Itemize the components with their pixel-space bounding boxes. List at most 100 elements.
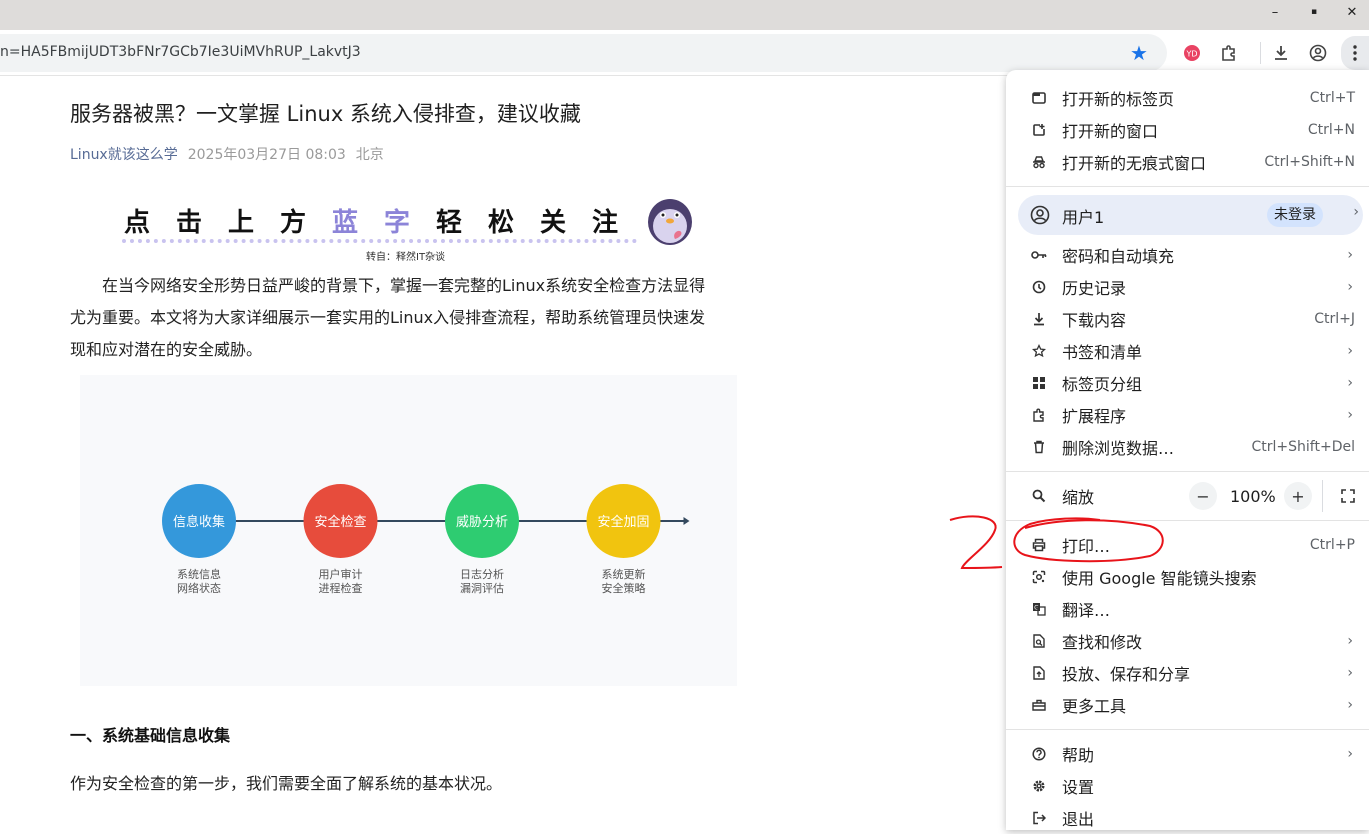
menu-item-label: 打印… [1062, 537, 1111, 556]
toolbar-separator [1260, 42, 1261, 64]
chevron-right-icon: › [1353, 204, 1359, 220]
url-text[interactable]: n=HA5FBmijUDT3bFNr7GCb7Ie3UiMVhRUP_Lakvt… [0, 44, 361, 60]
chevron-right-icon: › [1347, 665, 1353, 681]
toolbox-icon [1030, 696, 1048, 714]
menu-divider [1006, 186, 1369, 187]
arrow-head-icon [683, 517, 690, 525]
menu-item-label: 扩展程序 [1062, 407, 1127, 426]
menu-item-tab-groups[interactable]: 标签页分组 › [1006, 367, 1369, 399]
menu-item-profile[interactable]: 用户1 未登录 › [1018, 195, 1363, 235]
menu-item-print[interactable]: 打印… Ctrl+P [1006, 529, 1369, 561]
banner-source: 转自：释然IT杂谈 [366, 252, 446, 263]
menu-item-label: 打开新的无痕式窗口 [1062, 154, 1207, 173]
chrome-menu-button[interactable] [1341, 36, 1369, 70]
menu-item-label: 更多工具 [1062, 697, 1127, 716]
diagram-step-detail: 安全策略 [602, 581, 646, 595]
menu-item-label: 投放、保存和分享 [1062, 665, 1191, 684]
zoom-in-button[interactable]: + [1284, 482, 1312, 510]
chevron-right-icon: › [1347, 407, 1353, 423]
menu-item-cast-save-share[interactable]: 投放、保存和分享 › [1006, 657, 1369, 689]
chevron-right-icon: › [1347, 279, 1353, 295]
menu-item-new-tab[interactable]: 打开新的标签页 Ctrl+T [1006, 82, 1369, 114]
star-filled-icon[interactable]: ★ [1130, 43, 1148, 63]
download-icon[interactable] [1268, 40, 1294, 66]
chevron-right-icon: › [1347, 697, 1353, 713]
diagram-step-label: 信息收集 [173, 514, 225, 530]
menu-item-label: 删除浏览数据… [1062, 439, 1175, 458]
menu-item-label: 打开新的标签页 [1062, 90, 1175, 109]
menu-item-find-edit[interactable]: 查找和修改 › [1006, 625, 1369, 657]
article-title: 服务器被黑？一文掌握 Linux 系统入侵排查，建议收藏 [70, 102, 581, 126]
banner-char: 上 [228, 208, 255, 238]
sign-in-status-badge: 未登录 [1267, 203, 1323, 227]
banner-char: 关 [540, 208, 567, 238]
diagram-step-label: 安全加固 [597, 514, 649, 530]
banner-char: 击 [176, 208, 203, 238]
chevron-right-icon: › [1347, 746, 1353, 762]
address-bar[interactable]: n=HA5FBmijUDT3bFNr7GCb7Ie3UiMVhRUP_Lakvt… [0, 34, 1167, 72]
chevron-right-icon: › [1347, 247, 1353, 263]
help-icon [1030, 745, 1048, 763]
menu-item-new-window[interactable]: 打开新的窗口 Ctrl+N [1006, 114, 1369, 146]
menu-item-label: 下载内容 [1062, 311, 1127, 330]
follow-banner: 点击上方蓝字轻松关注 转自：释然IT杂谈 [122, 196, 702, 266]
profile-avatar-icon[interactable] [1305, 40, 1331, 66]
more-vertical-icon [1353, 45, 1357, 61]
chevron-right-icon: › [1347, 343, 1353, 359]
menu-item-label: 使用 Google 智能镜头搜索 [1062, 569, 1257, 588]
menu-item-label: 缩放 [1062, 488, 1095, 507]
menu-item-bookmarks[interactable]: 书签和清单 › [1006, 335, 1369, 367]
diagram-step-detail: 用户审计 [319, 567, 363, 581]
cast-save-share-icon [1030, 664, 1048, 682]
menu-item-google-lens[interactable]: 使用 Google 智能镜头搜索 [1006, 561, 1369, 593]
settings-icon [1030, 777, 1048, 795]
close-window-button[interactable]: ✕ [1339, 2, 1365, 22]
banner-char: 点 [124, 208, 151, 238]
key-icon [1030, 246, 1048, 264]
menu-item-label: 翻译… [1062, 601, 1111, 620]
title-bar: – ▪ ✕ [0, 0, 1369, 30]
menu-item-history[interactable]: 历史记录 › [1006, 271, 1369, 303]
banner-char: 字 [384, 208, 411, 238]
author-link[interactable]: Linux就该这么学 [70, 147, 178, 163]
banner-char: 蓝 [332, 208, 359, 238]
article-meta: Linux就该这么学 2025年03月27日 08:03 北京 [70, 144, 384, 164]
menu-item-downloads[interactable]: 下载内容 Ctrl+J [1006, 303, 1369, 335]
tab-groups-icon [1030, 374, 1048, 392]
minimize-button[interactable]: – [1262, 2, 1288, 22]
menu-item-shortcut: Ctrl+J [1314, 311, 1355, 327]
menu-item-settings[interactable]: 设置 [1006, 770, 1369, 802]
menu-item-label: 书签和清单 [1062, 343, 1143, 362]
menu-item-translate[interactable]: G 翻译… [1006, 593, 1369, 625]
new-tab-icon [1030, 89, 1048, 107]
extensions-puzzle-icon[interactable] [1216, 40, 1242, 66]
minimize-icon: – [1271, 4, 1279, 20]
menu-item-extensions[interactable]: 扩展程序 › [1006, 399, 1369, 431]
close-icon: ✕ [1346, 4, 1358, 20]
menu-divider [1006, 520, 1369, 521]
menu-item-passwords[interactable]: 密码和自动填充 › [1006, 239, 1369, 271]
diagram-step-detail: 漏洞评估 [460, 582, 504, 595]
chevron-right-icon: › [1347, 633, 1353, 649]
menu-item-label: 标签页分组 [1062, 375, 1143, 394]
menu-item-shortcut: Ctrl+N [1307, 122, 1355, 138]
menu-item-shortcut: Ctrl+P [1309, 537, 1355, 553]
maximize-button[interactable]: ▪ [1301, 2, 1327, 22]
menu-item-more-tools[interactable]: 更多工具 › [1006, 689, 1369, 721]
menu-divider [1006, 729, 1369, 730]
menu-item-label: 查找和修改 [1062, 633, 1143, 652]
zoom-out-button[interactable]: − [1189, 482, 1217, 510]
fullscreen-button[interactable] [1334, 482, 1362, 510]
diagram-step-detail: 日志分析 [460, 567, 504, 581]
menu-item-clear-data[interactable]: 删除浏览数据… Ctrl+Shift+Del [1006, 431, 1369, 463]
menu-divider [1006, 471, 1369, 472]
chrome-main-menu: 打开新的标签页 Ctrl+T 打开新的窗口 Ctrl+N 打开新的无痕式窗口 C… [1006, 70, 1369, 830]
history-icon [1030, 278, 1048, 296]
section-paragraph: 作为安全检查的第一步，我们需要全面了解系统的基本状况。 [70, 774, 503, 793]
menu-item-exit[interactable]: 退出 [1006, 802, 1369, 834]
menu-item-help[interactable]: 帮助 › [1006, 738, 1369, 770]
maximize-icon: ▪ [1310, 7, 1318, 17]
extension-badge-icon[interactable]: YD [1179, 40, 1205, 66]
menu-item-new-incognito[interactable]: 打开新的无痕式窗口 Ctrl+Shift+N [1006, 146, 1369, 178]
diagram-step-detail: 进程检查 [319, 581, 363, 595]
